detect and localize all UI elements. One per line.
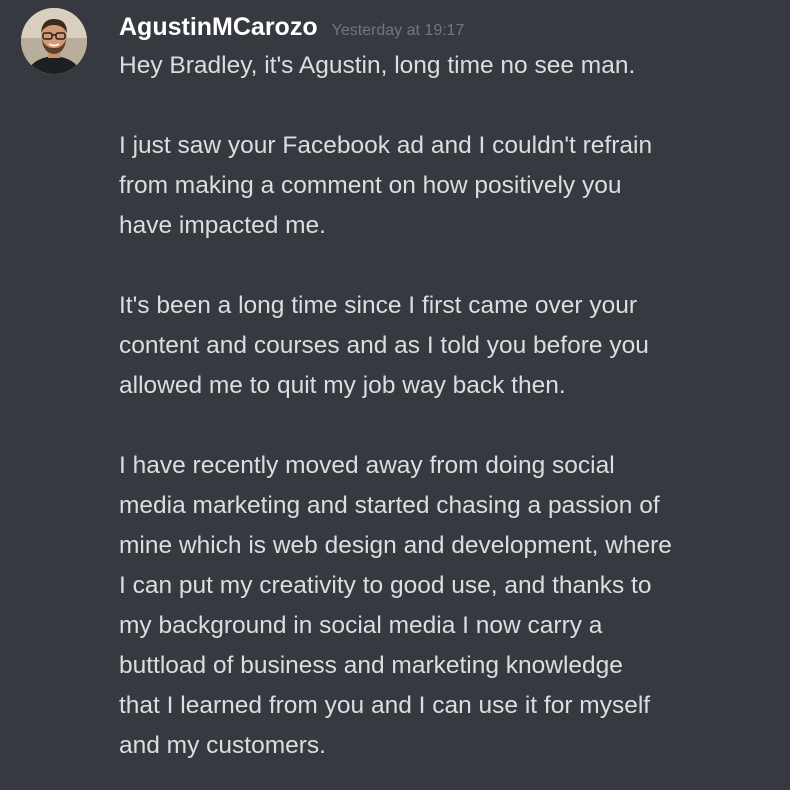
username[interactable]: AgustinMCarozo (119, 8, 318, 46)
message-body: Hey Bradley, it's Agustin, long time no … (119, 46, 780, 766)
timestamp: Yesterday at 19:17 (331, 22, 465, 39)
message-paragraph: Hey Bradley, it's Agustin, long time no … (119, 52, 636, 79)
chat-message: AgustinMCarozo Yesterday at 19:17 Hey Br… (0, 0, 790, 790)
message-paragraph: It's been a long time since I first came… (119, 292, 649, 399)
message-paragraph: I just saw your Facebook ad and I couldn… (119, 132, 653, 239)
avatar-photo-icon (21, 8, 87, 74)
message-header: AgustinMCarozo Yesterday at 19:17 (119, 8, 780, 46)
message-content: AgustinMCarozo Yesterday at 19:17 Hey Br… (119, 8, 780, 766)
message-paragraph: I have recently moved away from doing so… (119, 452, 672, 759)
user-avatar[interactable] (21, 8, 87, 74)
